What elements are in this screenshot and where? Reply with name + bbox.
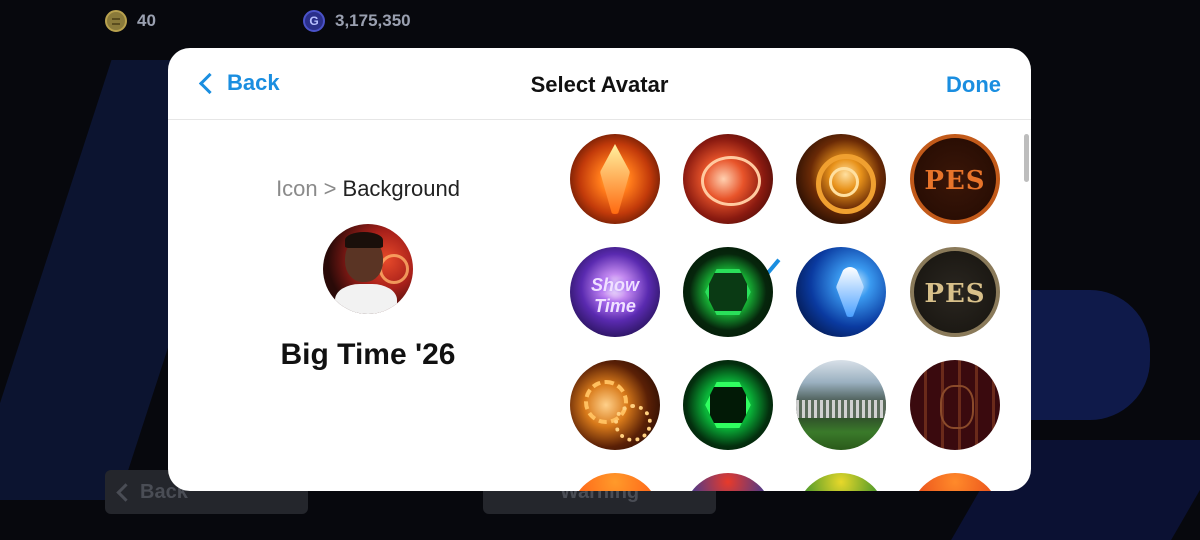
avatar-preview-image bbox=[323, 224, 413, 314]
avatar-option[interactable] bbox=[683, 134, 773, 224]
gp-balance: G 3,175,350 bbox=[303, 10, 411, 32]
avatar-option[interactable] bbox=[683, 473, 773, 491]
avatar-option[interactable] bbox=[683, 360, 773, 450]
avatar-name: Big Time '26 bbox=[280, 338, 456, 371]
chevron-left-icon bbox=[116, 482, 135, 502]
avatar-option[interactable] bbox=[796, 473, 886, 491]
avatar-option[interactable]: Show Time bbox=[570, 247, 660, 337]
gp-icon: G bbox=[303, 10, 325, 32]
avatar-option-logo: PES bbox=[924, 166, 986, 196]
breadcrumb: Icon > Background bbox=[168, 176, 568, 202]
avatar-option[interactable] bbox=[570, 134, 660, 224]
avatar-option[interactable]: PES bbox=[910, 247, 1000, 337]
avatar-option[interactable]: PES bbox=[910, 134, 1000, 224]
avatar-option[interactable] bbox=[570, 473, 660, 491]
avatar-option-logo: PES bbox=[924, 279, 986, 309]
coin-icon bbox=[105, 10, 127, 32]
avatar-option[interactable] bbox=[910, 360, 1000, 450]
avatar-option[interactable] bbox=[910, 473, 1000, 491]
avatar-grid[interactable]: PES Show Time PES bbox=[568, 120, 1031, 491]
dialog-header: Back Select Avatar Done bbox=[168, 48, 1031, 120]
avatar-option[interactable] bbox=[796, 247, 886, 337]
avatar-option[interactable] bbox=[570, 360, 660, 450]
avatar-option[interactable] bbox=[796, 360, 886, 450]
coin-count: 40 bbox=[137, 11, 156, 30]
coin-balance: 40 bbox=[105, 10, 156, 32]
breadcrumb-current: Background bbox=[342, 176, 460, 201]
avatar-option[interactable] bbox=[683, 247, 773, 337]
select-avatar-dialog: Back Select Avatar Done Icon > Background … bbox=[168, 48, 1031, 491]
avatar-option[interactable] bbox=[796, 134, 886, 224]
done-button[interactable]: Done bbox=[946, 72, 1001, 98]
breadcrumb-parent[interactable]: Icon bbox=[276, 176, 318, 201]
dialog-title: Select Avatar bbox=[530, 72, 669, 97]
avatar-option-text: Show Time bbox=[591, 275, 639, 316]
avatar-preview-panel: Icon > Background Big Time '26 bbox=[168, 120, 568, 491]
breadcrumb-separator: > bbox=[323, 176, 337, 201]
avatar-grid-scrollbar[interactable] bbox=[1024, 134, 1029, 182]
gp-count: 3,175,350 bbox=[335, 11, 411, 30]
